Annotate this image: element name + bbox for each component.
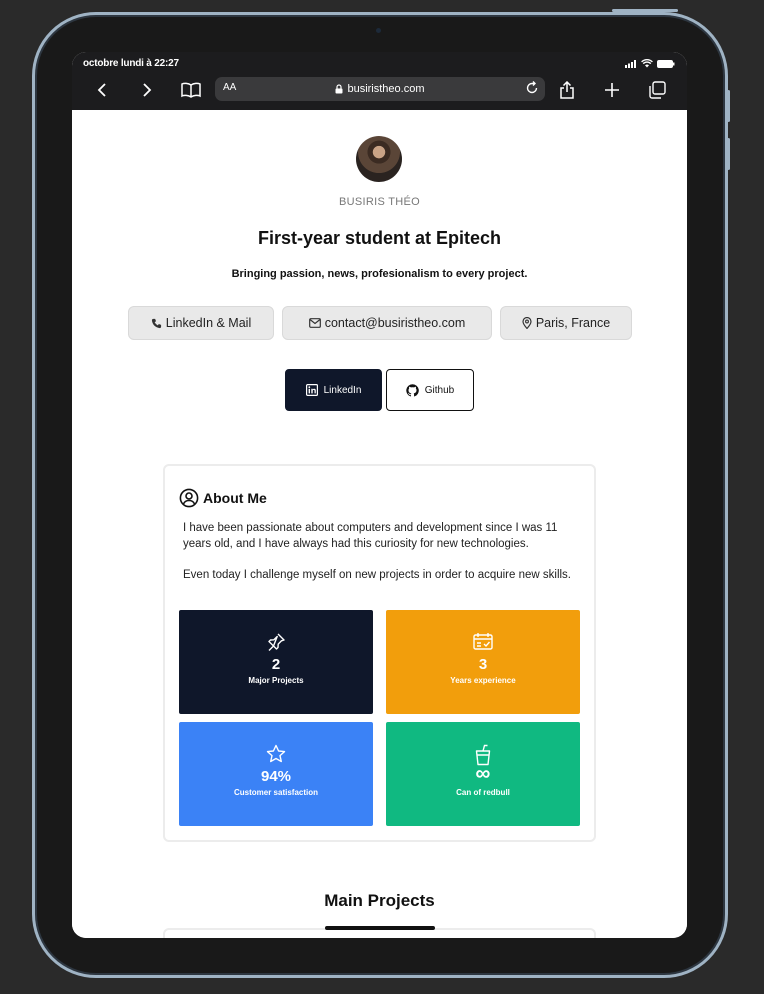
plus-icon	[605, 83, 619, 97]
reload-button[interactable]	[523, 79, 541, 100]
book-icon	[181, 82, 201, 98]
linkedin-button[interactable]: LinkedIn	[285, 369, 382, 411]
forward-button[interactable]	[137, 80, 157, 100]
battery-icon	[657, 59, 675, 68]
contact-pill-email[interactable]: contact@busiristheo.com	[282, 306, 492, 340]
address-bar[interactable]: AA busiristheo.com	[215, 77, 545, 101]
github-button-label: Github	[424, 384, 455, 396]
bookmarks-button[interactable]	[181, 80, 201, 100]
pin-icon	[268, 633, 285, 651]
back-button[interactable]	[92, 80, 112, 100]
tabs-overview-icon	[649, 81, 666, 99]
about-paragraph: I have been passionate about computers a…	[183, 522, 558, 550]
stat-label: Can of redbull	[456, 788, 510, 797]
status-icons	[625, 59, 675, 68]
home-indicator[interactable]	[325, 926, 435, 930]
contact-pill-label: Paris, France	[535, 316, 611, 330]
map-pin-icon	[522, 317, 532, 329]
reload-icon	[526, 81, 538, 94]
status-time: octobre lundi à 22:27	[83, 58, 179, 69]
about-me-card: About Me I have been passionate about co…	[163, 464, 596, 842]
stat-card-years-experience: 3 Years experience	[386, 610, 580, 714]
contact-pill-location[interactable]: Paris, France	[500, 306, 632, 340]
user-circle-icon	[179, 488, 199, 508]
about-me-heading: About Me	[179, 488, 267, 508]
volume-button	[727, 138, 730, 170]
lock-icon	[335, 84, 343, 94]
volume-button	[727, 90, 730, 122]
stat-value: 94%	[260, 768, 292, 785]
avatar	[356, 136, 402, 182]
stat-value: 2	[271, 656, 281, 673]
stat-card-major-projects: 2 Major Projects	[179, 610, 373, 714]
url-text: busiristheo.com	[347, 83, 425, 95]
linkedin-icon	[305, 384, 318, 396]
browser-toolbar: octobre lundi à 22:27 AA busiristheo.com	[72, 52, 687, 110]
stat-value: ∞	[475, 762, 491, 785]
stat-card-redbull: ∞ Can of redbull	[386, 722, 580, 826]
mail-icon	[308, 318, 321, 328]
tabs-button[interactable]	[647, 80, 667, 100]
page-title: First-year student at Epitech	[257, 228, 502, 248]
main-projects-heading: Main Projects	[324, 891, 435, 910]
phone-icon	[151, 318, 161, 328]
about-paragraph: Even today I challenge myself on new pro…	[183, 569, 572, 581]
contact-pill-label: contact@busiristheo.com	[324, 316, 466, 330]
wifi-icon	[641, 59, 653, 68]
stat-label: Years experience	[450, 676, 516, 685]
contact-pill-label: LinkedIn & Mail	[165, 316, 252, 330]
tagline: Bringing passion, news, profesionalism t…	[231, 268, 528, 280]
about-me-title: About Me	[203, 490, 267, 506]
github-icon	[406, 383, 419, 396]
ipad-screen: octobre lundi à 22:27 AA busiristheo.com	[72, 52, 687, 938]
text-size-button[interactable]: AA	[223, 82, 236, 93]
web-page: BUSIRIS THÉO First-year student at Epite…	[72, 110, 687, 938]
stat-value: 3	[478, 656, 488, 673]
github-button[interactable]: Github	[386, 369, 474, 411]
stat-label: Major Projects	[248, 676, 304, 685]
contact-pill-linkedin-mail[interactable]: LinkedIn & Mail	[128, 306, 274, 340]
stat-label: Customer satisfaction	[233, 788, 319, 797]
new-tab-button[interactable]	[602, 80, 622, 100]
star-icon	[266, 744, 286, 763]
stat-card-customer-satisfaction: 94% Customer satisfaction	[179, 722, 373, 826]
power-button	[612, 9, 678, 12]
cellular-signal-icon	[625, 59, 636, 68]
chevron-right-icon	[143, 83, 152, 97]
chevron-left-icon	[97, 83, 106, 97]
share-button[interactable]	[557, 80, 577, 100]
share-icon	[560, 81, 574, 99]
front-camera	[376, 28, 381, 33]
profile-name: BUSIRIS THÉO	[338, 196, 421, 208]
calendar-check-icon	[473, 633, 493, 650]
linkedin-button-label: LinkedIn	[323, 384, 362, 396]
